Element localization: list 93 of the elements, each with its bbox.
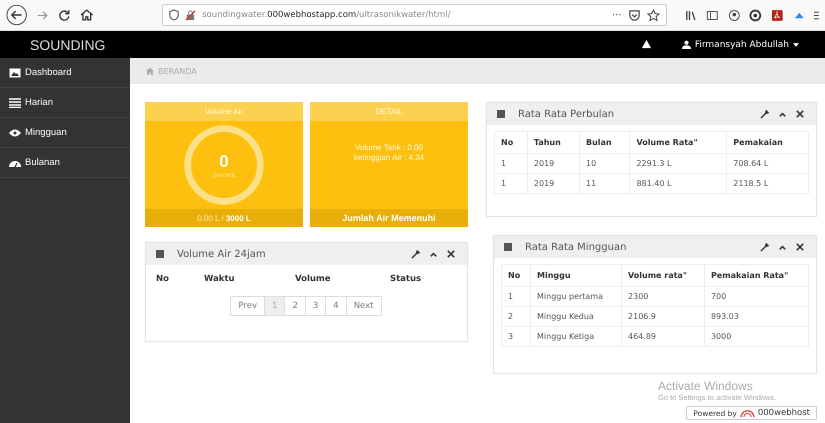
- card-footer: 0.00 L / 3000 L: [145, 209, 303, 227]
- column-header: No: [502, 264, 531, 286]
- panel-title: Volume Air 24jam: [177, 248, 266, 260]
- picture-frame-icon: [9, 68, 21, 78]
- logo-icon: [740, 408, 755, 418]
- table-cell: 1: [494, 154, 528, 174]
- column-header: No: [494, 132, 528, 154]
- wrench-icon[interactable]: [760, 110, 769, 118]
- page-button[interactable]: Next: [346, 296, 382, 316]
- column-header: Volume Rata": [630, 132, 727, 154]
- column-header: No: [156, 274, 170, 284]
- column-header: Pemakaian: [726, 132, 808, 154]
- warning-icon[interactable]: [640, 39, 652, 50]
- column-header: Minggu: [530, 264, 622, 286]
- table-cell: 2: [502, 306, 531, 326]
- detail-text: Volume Tank : 0.00: [355, 143, 423, 152]
- table-cell: 1: [502, 286, 531, 306]
- sidebar-item[interactable]: Mingguan: [0, 118, 130, 148]
- sidebar-item[interactable]: Harian: [0, 88, 130, 118]
- more-button[interactable]: ···: [612, 10, 622, 20]
- card-title: Volume Air: [145, 102, 303, 121]
- column-header: Volume rata": [622, 264, 704, 286]
- back-icon[interactable]: [6, 4, 28, 26]
- table-cell: Minggu Kedua: [530, 306, 622, 326]
- table-cell: 3000: [704, 326, 808, 346]
- close-icon[interactable]: [796, 110, 804, 118]
- column-header: Bulan: [580, 132, 630, 154]
- panel-title: Rata Rata Mingguan: [525, 242, 626, 252]
- lock-warning-icon: [185, 10, 196, 20]
- user-menu[interactable]: Firmansyah Abdullah: [682, 40, 799, 50]
- column-header: Volume: [295, 274, 332, 284]
- table-icon: [497, 110, 505, 118]
- close-icon[interactable]: [796, 243, 804, 251]
- chevron-up-icon[interactable]: [429, 250, 438, 258]
- forward-icon[interactable]: [36, 8, 49, 22]
- user-icon: [682, 40, 691, 49]
- list-icon: [9, 98, 21, 108]
- detail-text: ketinggian Air : 4.34: [354, 153, 424, 162]
- column-header: Status: [390, 274, 422, 284]
- pocket-icon[interactable]: [628, 8, 641, 22]
- page-button[interactable]: 2: [284, 296, 306, 316]
- column-header: Tahun: [527, 132, 580, 154]
- close-icon[interactable]: [447, 250, 455, 258]
- sidebar-item[interactable]: Bulanan: [0, 148, 130, 178]
- table-cell: 893.03: [704, 306, 808, 326]
- brand-title[interactable]: SOUNDING: [30, 36, 106, 52]
- address-bar[interactable]: soundingwater.000webhostapp.com/ultrasonikwater/html/ ···: [162, 4, 667, 26]
- chevron-up-icon[interactable]: [778, 110, 787, 118]
- extension-icon[interactable]: [749, 8, 762, 22]
- table-cell: 1: [494, 174, 528, 194]
- table-cell: Minggu Ketiga: [530, 326, 622, 346]
- table-cell: 708.64 L: [726, 154, 808, 174]
- chevron-up-icon[interactable]: [778, 242, 787, 252]
- eye-icon: [9, 128, 21, 136]
- sidebar-icon[interactable]: [706, 8, 719, 22]
- wrench-icon[interactable]: [760, 242, 769, 252]
- table-cell: 881.40 L: [630, 174, 727, 194]
- card-title: DETAIL: [310, 102, 468, 121]
- activation-title: Activate Windows: [658, 379, 753, 393]
- table-cell: 11: [580, 174, 630, 194]
- star-icon[interactable]: [646, 8, 660, 22]
- table-cell: 3: [502, 326, 531, 346]
- table-cell: 2291.3 L: [630, 154, 727, 174]
- caret-icon: [793, 42, 799, 46]
- reload-icon[interactable]: [58, 8, 71, 22]
- table-cell: 2019: [527, 174, 580, 194]
- wrench-icon[interactable]: [411, 250, 420, 258]
- url-text: soundingwater.000webhostapp.com/ultrasonikwater/html/: [202, 10, 450, 20]
- account-icon[interactable]: [728, 8, 740, 22]
- menu-icon[interactable]: [814, 8, 819, 22]
- table-icon: [504, 243, 512, 251]
- pdf-icon[interactable]: [770, 8, 784, 22]
- table-cell: 2300: [622, 286, 704, 306]
- column-header: Waktu: [204, 274, 236, 284]
- shield-icon[interactable]: [169, 9, 180, 21]
- card-footer: Jumlah Air Memenuhi: [310, 209, 468, 227]
- home-icon[interactable]: [80, 8, 94, 22]
- library-icon[interactable]: [684, 8, 698, 22]
- table-cell: 700: [704, 286, 808, 306]
- page-button[interactable]: 4: [325, 296, 347, 316]
- table-icon: [156, 250, 164, 258]
- panel-title: Rata Rata Perbulan: [518, 108, 614, 120]
- table-cell: 10: [580, 154, 630, 174]
- table-cell: 2106.9: [622, 306, 704, 326]
- gauge-value: 0: [219, 152, 229, 172]
- sidebar-item[interactable]: Dashboard: [0, 58, 130, 88]
- table-cell: 464.89: [622, 326, 704, 346]
- table-cell: 2118.5 L: [726, 174, 808, 194]
- table-cell: Minggu pertama: [530, 286, 622, 306]
- page-button[interactable]: Prev: [230, 296, 266, 316]
- page-button[interactable]: 3: [304, 296, 326, 316]
- column-header: Pemakaian Rata": [704, 264, 808, 286]
- table-cell: 2019: [527, 154, 580, 174]
